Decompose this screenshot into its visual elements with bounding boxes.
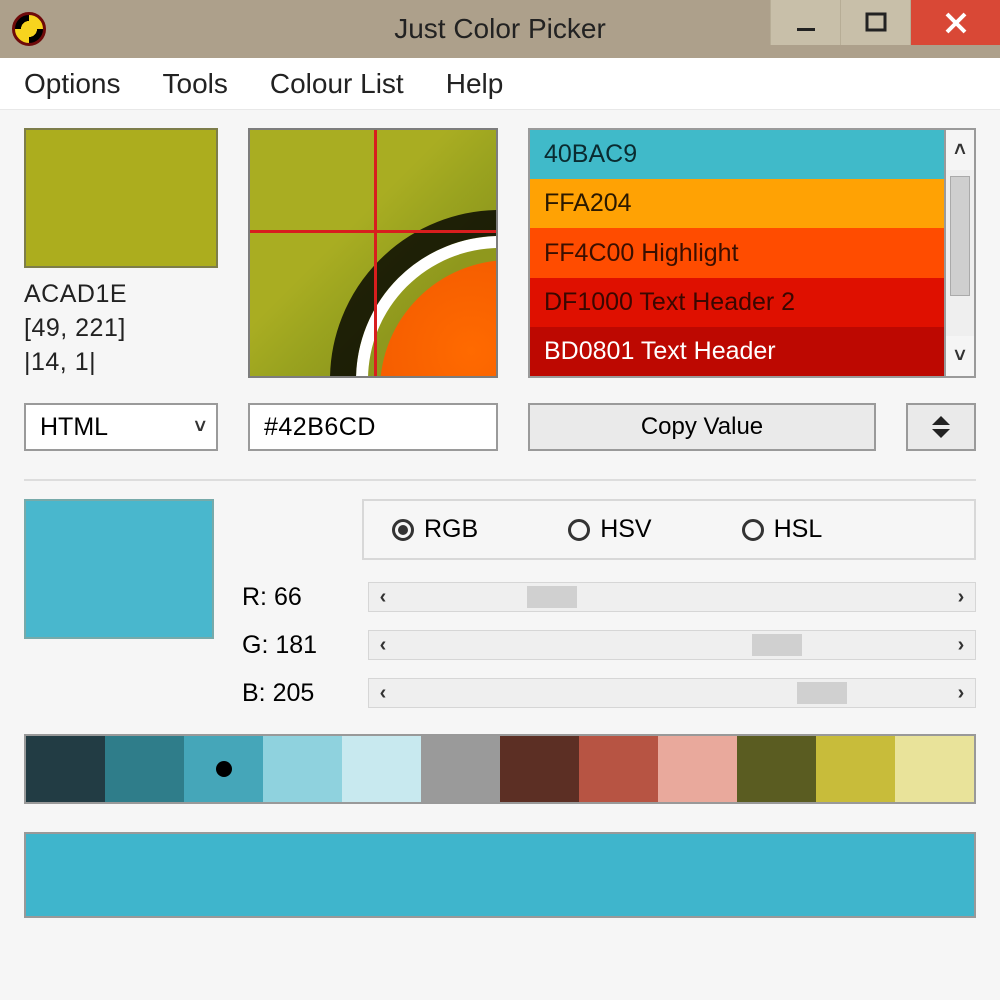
picked-coords: [49, 221]	[24, 312, 218, 346]
radio-hsl[interactable]: HSL	[742, 515, 823, 544]
slider-track[interactable]: ‹›	[368, 678, 976, 708]
radio-dot-icon	[568, 519, 590, 541]
palette-cell[interactable]	[263, 736, 342, 802]
slider-thumb[interactable]	[797, 682, 847, 704]
close-button[interactable]	[910, 0, 1000, 45]
radio-rgb[interactable]: RGB	[392, 515, 478, 544]
picked-hex: ACAD1E	[24, 278, 218, 312]
copy-value-button[interactable]: Copy Value	[528, 403, 876, 451]
chevron-left-icon: ‹	[380, 586, 387, 609]
channel-label: R: 66	[242, 583, 354, 612]
chevron-right-icon: ›	[958, 634, 965, 657]
gradient-bar	[24, 832, 976, 918]
harmony-palette	[24, 734, 976, 804]
palette-marker-icon	[216, 761, 232, 777]
colour-value-text: #42B6CD	[264, 413, 376, 442]
colour-list-item[interactable]: FFA204	[530, 179, 944, 228]
channel-label: B: 205	[242, 679, 354, 708]
chevron-down-icon: ˅	[954, 345, 966, 368]
maximize-icon	[863, 10, 889, 36]
menu-options[interactable]: Options	[24, 68, 121, 100]
chevron-up-icon: ˄	[954, 139, 966, 162]
channel-label: G: 181	[242, 631, 354, 660]
radio-hsv[interactable]: HSV	[568, 515, 651, 544]
colour-value-field[interactable]: #42B6CD	[248, 403, 498, 451]
palette-cell[interactable]	[658, 736, 737, 802]
app-icon	[12, 12, 46, 46]
crosshair-horizontal	[250, 230, 496, 233]
slider-thumb[interactable]	[752, 634, 802, 656]
minimize-icon	[793, 10, 819, 36]
radio-rgb-label: RGB	[424, 515, 478, 544]
palette-cell[interactable]	[342, 736, 421, 802]
scroll-up-button[interactable]: ˄	[946, 130, 974, 170]
colour-list-item[interactable]: BD0801 Text Header	[530, 327, 944, 376]
palette-cell[interactable]	[105, 736, 184, 802]
scroll-thumb[interactable]	[950, 176, 970, 296]
picked-info: ACAD1E [49, 221] |14, 1|	[24, 278, 218, 379]
slider-track[interactable]: ‹›	[368, 630, 976, 660]
format-select[interactable]: HTML ˅	[24, 403, 218, 451]
palette-cell[interactable]	[895, 736, 974, 802]
slider-decrease-button[interactable]: ‹	[369, 679, 397, 707]
format-select-value: HTML	[40, 413, 108, 442]
menu-help[interactable]: Help	[446, 68, 504, 100]
minimize-button[interactable]	[770, 0, 840, 45]
palette-cell[interactable]	[184, 736, 263, 802]
slider-decrease-button[interactable]: ‹	[369, 583, 397, 611]
crosshair-vertical	[374, 130, 377, 376]
radio-hsv-label: HSV	[600, 515, 651, 544]
list-nav-spinner[interactable]	[906, 403, 976, 451]
palette-cell[interactable]	[421, 736, 500, 802]
palette-cell[interactable]	[579, 736, 658, 802]
chevron-down-icon: ˅	[194, 416, 206, 439]
client-area: ACAD1E [49, 221] |14, 1| 40BAC9FFA204FF4…	[0, 110, 1000, 918]
zoom-preview	[248, 128, 498, 378]
divider	[24, 479, 976, 481]
colour-list[interactable]: 40BAC9FFA204FF4C00 HighlightDF1000 Text …	[528, 128, 944, 378]
channel-slider: B: 205‹›	[242, 678, 976, 708]
channel-slider: R: 66‹›	[242, 582, 976, 612]
spinner-icon	[930, 414, 952, 440]
slider-increase-button[interactable]: ›	[947, 631, 975, 659]
chevron-right-icon: ›	[958, 586, 965, 609]
editor-swatch	[24, 499, 214, 639]
picked-swatch	[24, 128, 218, 268]
maximize-button[interactable]	[840, 0, 910, 45]
palette-cell[interactable]	[816, 736, 895, 802]
menubar: Options Tools Colour List Help	[0, 58, 1000, 110]
slider-decrease-button[interactable]: ‹	[369, 631, 397, 659]
channel-slider: G: 181‹›	[242, 630, 976, 660]
copy-value-label: Copy Value	[641, 413, 763, 441]
picked-relative: |14, 1|	[24, 346, 218, 380]
chevron-left-icon: ‹	[380, 682, 387, 705]
menu-tools[interactable]: Tools	[163, 68, 228, 100]
slider-track[interactable]: ‹›	[368, 582, 976, 612]
palette-cell[interactable]	[500, 736, 579, 802]
titlebar: Just Color Picker	[0, 0, 1000, 58]
radio-hsl-label: HSL	[774, 515, 823, 544]
scroll-down-button[interactable]: ˅	[946, 336, 974, 376]
palette-cell[interactable]	[26, 736, 105, 802]
colour-model-group: RGB HSV HSL	[362, 499, 976, 560]
window-buttons	[770, 0, 1000, 45]
chevron-right-icon: ›	[958, 682, 965, 705]
colour-list-item[interactable]: 40BAC9	[530, 130, 944, 179]
colour-list-item[interactable]: FF4C00 Highlight	[530, 228, 944, 277]
palette-cell[interactable]	[737, 736, 816, 802]
close-icon	[942, 9, 970, 37]
chevron-left-icon: ‹	[380, 634, 387, 657]
colour-list-item[interactable]: DF1000 Text Header 2	[530, 278, 944, 327]
slider-increase-button[interactable]: ›	[947, 679, 975, 707]
radio-dot-icon	[742, 519, 764, 541]
slider-thumb[interactable]	[527, 586, 577, 608]
colour-list-scrollbar[interactable]: ˄ ˅	[944, 128, 976, 378]
radio-dot-icon	[392, 519, 414, 541]
menu-colour-list[interactable]: Colour List	[270, 68, 404, 100]
slider-increase-button[interactable]: ›	[947, 583, 975, 611]
